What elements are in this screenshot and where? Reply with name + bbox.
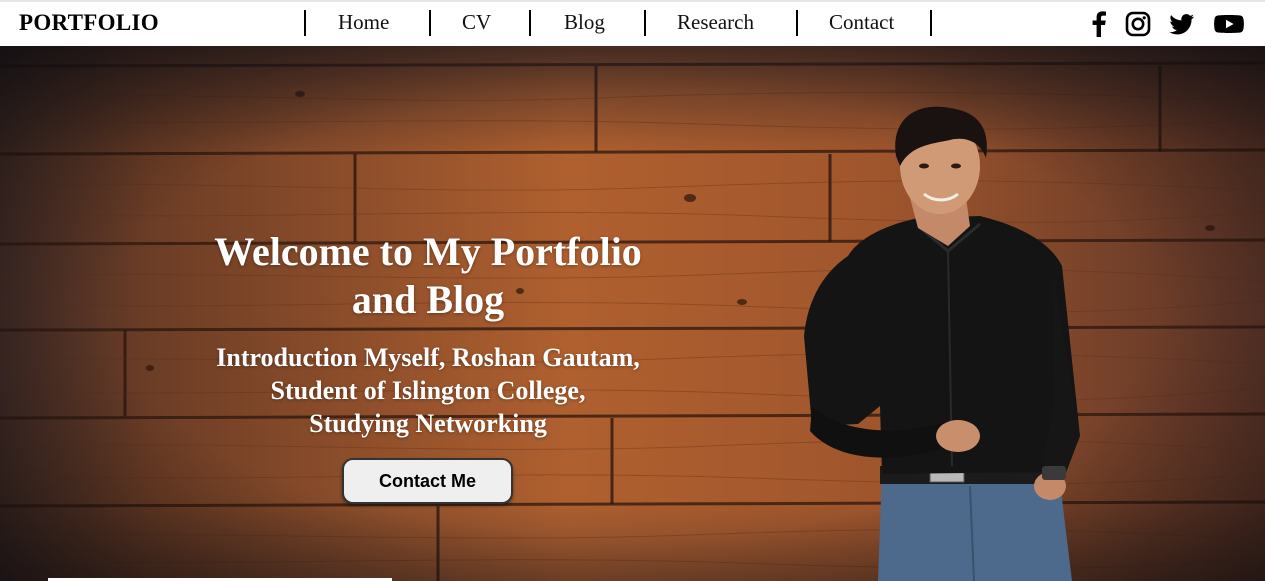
hero-section: Welcome to My Portfolio and Blog Introdu… [0,46,1265,581]
brand-logo[interactable]: PORTFOLIO [19,10,159,36]
nav-separator [796,10,798,36]
nav-separator [429,10,431,36]
nav-separator [644,10,646,36]
hero-title-line: and Blog [351,277,505,322]
twitter-icon[interactable] [1167,10,1197,38]
facebook-icon[interactable] [1087,10,1117,38]
hero-title: Welcome to My Portfolio and Blog [178,228,678,324]
nav-blog[interactable]: Blog [564,10,605,35]
nav-home[interactable]: Home [338,10,389,35]
nav-separator [930,10,932,36]
hero-title-line: Welcome to My Portfolio [214,229,642,274]
nav-cv[interactable]: CV [462,10,491,35]
youtube-icon[interactable] [1213,10,1244,38]
instagram-icon[interactable] [1125,10,1155,38]
intro-line: Studying Networking [309,409,547,438]
nav-separator [529,10,531,36]
nav-separator [304,10,306,36]
hero-intro: Introduction Myself, Roshan Gautam, Stud… [178,341,678,440]
navbar: PORTFOLIO Home CV Blog Research Contact [0,0,1265,46]
contact-me-button[interactable]: Contact Me [342,458,513,504]
intro-line: Student of Islington College, [270,376,586,405]
nav-research[interactable]: Research [677,10,754,35]
nav-contact[interactable]: Contact [829,10,894,35]
profile-photo [804,106,1080,581]
intro-line: Introduction Myself, Roshan Gautam, [216,343,640,372]
